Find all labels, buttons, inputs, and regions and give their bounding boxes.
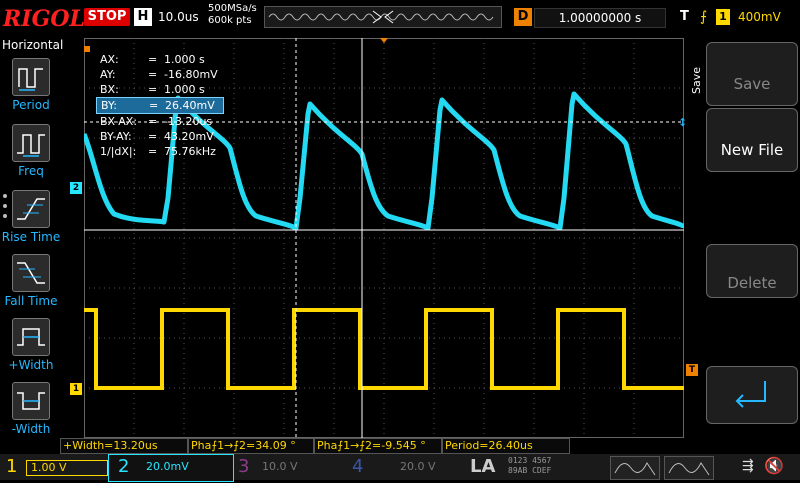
delete-button[interactable]: Delete (706, 244, 798, 298)
horizontal-measure-menu: Horizontal Period Freq Rise Time Fall Ti… (0, 38, 64, 438)
delay-value[interactable]: 1.00000000 s (534, 8, 666, 28)
measurement-phase-falling[interactable]: Pha⨍1→⨍2=-9.545 ° (314, 438, 442, 454)
horizontal-badge: H (134, 8, 152, 26)
fall-time-icon (17, 262, 45, 284)
fall-time-button[interactable] (12, 254, 50, 292)
trigger-edge-icon: ⨍ (700, 9, 708, 25)
channel-3-scale[interactable]: 10.0 V (262, 460, 298, 474)
logic-channels: 0123 4567 89AB CDEF (508, 456, 552, 475)
brand-logo: RIGOL (3, 6, 85, 32)
sample-rate: 500MSa/s (208, 3, 257, 14)
memory-timeline[interactable] (264, 6, 502, 28)
cursor-adjust-icon[interactable]: ↕ (678, 116, 687, 129)
period-icon (18, 68, 43, 91)
timebase-value[interactable]: 10.0us (158, 10, 199, 24)
measurement-phase-rising[interactable]: Pha⨍1→⨍2=34.09 ° (188, 438, 314, 454)
save-button[interactable]: Save (706, 42, 798, 106)
new-file-button[interactable]: New File (706, 108, 798, 172)
frequency-button[interactable] (12, 124, 50, 162)
positive-width-icon (17, 328, 45, 346)
channel-3-number[interactable]: 3 (238, 457, 249, 477)
memory-timeline-waveform (268, 10, 494, 24)
usb-icon: ⇶ (742, 458, 754, 474)
menu-page-indicator (3, 194, 9, 224)
menu-title: Horizontal (2, 38, 64, 52)
period-button[interactable] (12, 58, 50, 96)
negative-width-button[interactable] (12, 382, 50, 420)
trigger-badge: T (680, 9, 689, 24)
fall-time-label: Fall Time (4, 294, 58, 308)
run-stop-indicator[interactable]: STOP (84, 8, 130, 26)
speaker-mute-icon[interactable]: 🔇 (764, 456, 784, 475)
channel-4-scale[interactable]: 20.0 V (400, 460, 436, 474)
save-menu: Save Save New File Delete (688, 38, 800, 438)
channel-1-offset-marker[interactable]: 1 (70, 383, 82, 395)
negative-width-label: -Width (11, 422, 51, 436)
cursor-readout: AX: = 1.000 s AY: = -16.80mV BX: = 1.000 s BY:… (96, 52, 224, 159)
rise-time-icon (17, 198, 45, 220)
channel-1-number[interactable]: 1 (6, 457, 17, 477)
sine-wave-icon (614, 462, 656, 476)
negative-width-icon (17, 392, 45, 410)
cursor-row-by: BY: = 26.40mV (96, 97, 224, 114)
positive-width-button[interactable] (12, 318, 50, 356)
cursor-row-dy: BY-AY: = 43.20mV (100, 130, 214, 143)
rise-time-label: Rise Time (1, 230, 61, 244)
cursor-row-freq: 1/|dX|: = 75.76kHz (100, 145, 216, 158)
grid-origin-marker (84, 46, 90, 52)
positive-width-label: +Width (8, 358, 54, 372)
trigger-level[interactable]: 400mV (738, 10, 781, 24)
trigger-position-marker[interactable] (380, 38, 388, 43)
enter-icon (735, 381, 766, 408)
acquisition-info: 500MSa/s 600k pts (208, 3, 257, 27)
memory-depth: 600k pts (208, 15, 252, 26)
channel-4-number[interactable]: 4 (352, 457, 363, 477)
frequency-label: Freq (18, 164, 44, 178)
measurement-positive-width[interactable]: +Width=13.20us (60, 438, 188, 454)
waveform-gen-2-button[interactable] (664, 456, 714, 480)
rise-time-button[interactable] (12, 190, 50, 228)
waveform-gen-1-button[interactable] (610, 456, 660, 480)
delay-badge: D (514, 8, 532, 26)
channel-2-offset-marker[interactable]: 2 (70, 182, 82, 194)
top-status-bar: RIGOL STOP H 10.0us 500MSa/s 600k pts D … (0, 0, 800, 38)
frequency-icon (17, 134, 45, 157)
cursor-row-dx: BX-AX: = -13.20us (100, 115, 213, 128)
cursor-row-ay: AY: = -16.80mV (100, 68, 218, 81)
channel-1-scale[interactable]: 1.00 V (26, 460, 108, 476)
channel-status-bar: 1 1.00 V 2 20.0mV 3 10.0 V 4 20.0 V LA 0… (0, 454, 800, 482)
measurement-bar: +Width=13.20us Pha⨍1→⨍2=34.09 ° Pha⨍1→⨍2… (60, 438, 800, 454)
trigger-source[interactable]: 1 (716, 9, 730, 25)
logic-analyzer-label[interactable]: LA (470, 457, 495, 477)
sine-wave-icon (668, 462, 710, 476)
cursor-row-bx: BX: = 1.000 s (100, 83, 205, 96)
period-label: Period (12, 98, 50, 112)
channel-2-scale[interactable]: 20.0mV (146, 460, 189, 474)
save-menu-title: Save (690, 66, 703, 94)
channel-2-number[interactable]: 2 (118, 457, 129, 477)
measurement-period[interactable]: Period=26.40us (442, 438, 570, 454)
cursor-row-ax: AX: = 1.000 s (100, 53, 205, 66)
enter-button[interactable] (706, 366, 798, 424)
